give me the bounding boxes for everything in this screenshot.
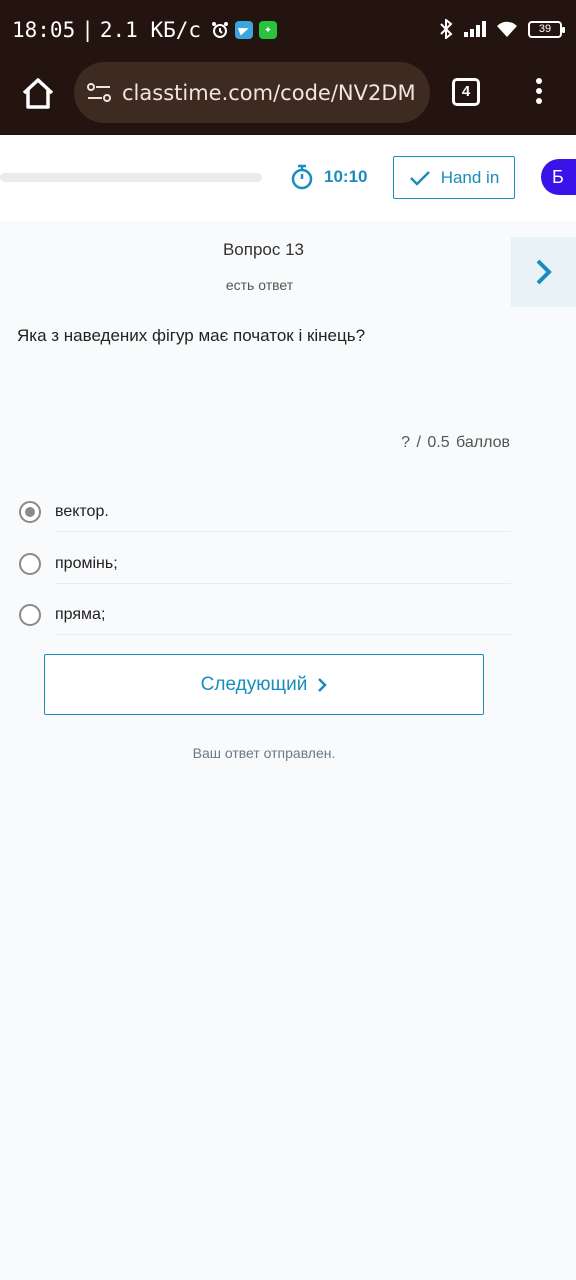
submitted-message: Ваш ответ отправлен. (192, 745, 336, 761)
checkmark-icon (409, 170, 430, 186)
browser-toolbar: classtime.com/code/NV2DMY 4 (0, 62, 576, 135)
address-bar[interactable]: classtime.com/code/NV2DMY (74, 62, 430, 123)
next-question-arrow-button[interactable] (511, 237, 576, 307)
answer-option-label: вектор. (55, 493, 511, 532)
progress-bar (0, 173, 262, 182)
question-points: ? / 0.5 баллов (401, 434, 510, 451)
stopwatch-icon (291, 164, 313, 190)
status-network-speed: 2.1 КБ/с (99, 18, 202, 42)
browser-menu-icon[interactable] (530, 78, 548, 108)
avatar[interactable]: Б (541, 159, 576, 195)
timer: 10:10 (290, 164, 367, 190)
question-text: Яка з наведених фігур має початок і кіне… (17, 326, 366, 345)
radio-button[interactable] (19, 501, 41, 523)
answer-option[interactable]: промінь; (19, 550, 511, 584)
home-icon[interactable] (20, 76, 56, 112)
url-text: classtime.com/code/NV2DMY (122, 80, 414, 105)
status-bar: 18:05 | 2.1 КБ/с ✦ 39 (0, 0, 576, 62)
quiz-header: 10:10 Hand in Б (0, 135, 576, 221)
battery-icon: 39 (528, 20, 565, 38)
hand-in-label: Hand in (440, 167, 500, 187)
status-right: 39 (438, 19, 565, 39)
status-left: 18:05 | 2.1 КБ/с ✦ (12, 18, 278, 42)
status-notification-icons: ✦ (211, 21, 278, 39)
timer-value: 10:10 (324, 167, 368, 186)
answer-option-label: промінь; (55, 545, 511, 584)
wifi-icon (497, 21, 517, 37)
alarm-icon (212, 22, 229, 38)
site-settings-icon[interactable] (86, 82, 112, 104)
signal-icon (464, 21, 486, 37)
bluetooth-icon (440, 19, 453, 39)
question-title: Вопрос 13 (222, 240, 305, 259)
chevron-right-icon (318, 677, 328, 692)
hand-in-button[interactable]: Hand in (393, 156, 515, 199)
telegram-icon (235, 21, 254, 39)
answer-option[interactable]: вектор. (19, 498, 511, 532)
answer-option-label: пряма; (55, 596, 511, 635)
answer-option[interactable]: пряма; (19, 601, 511, 635)
chevron-right-icon (536, 259, 552, 285)
question-status: есть ответ (225, 277, 294, 293)
next-button-label: Следующий (200, 673, 308, 695)
tabs-button[interactable]: 4 (452, 78, 480, 106)
fitness-icon: ✦ (259, 21, 278, 39)
next-button[interactable]: Следующий (44, 654, 484, 715)
radio-button[interactable] (19, 553, 41, 575)
radio-button[interactable] (19, 604, 41, 626)
status-time: 18:05 (12, 18, 76, 42)
status-separator: | (81, 18, 94, 42)
